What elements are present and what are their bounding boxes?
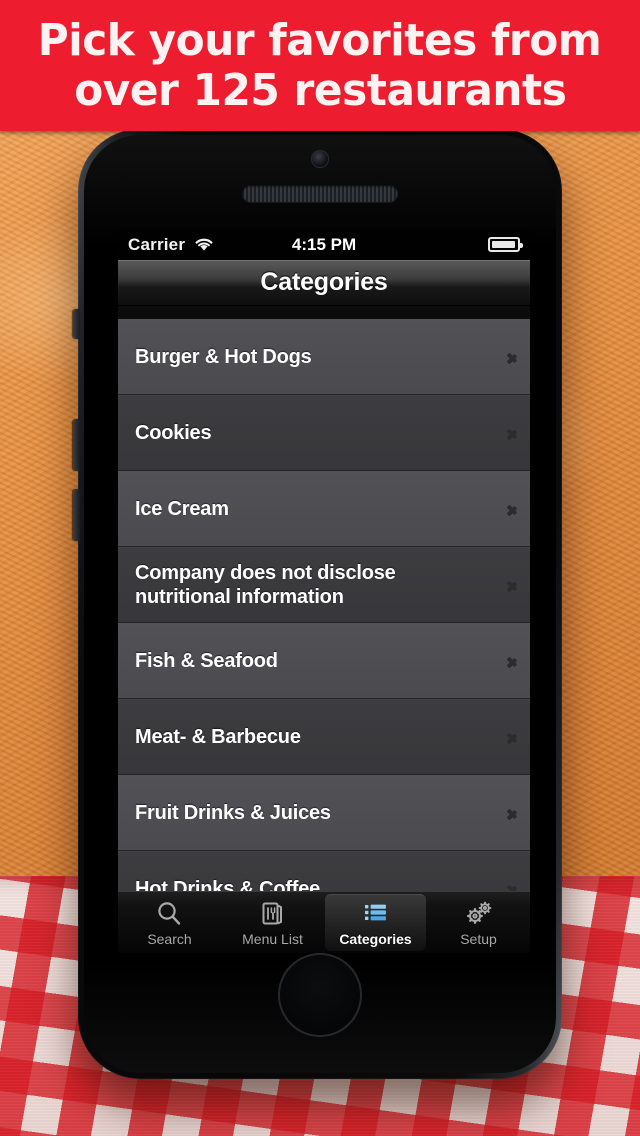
tab-label: Menu List (242, 930, 303, 947)
chevron-right-icon (506, 348, 517, 366)
list-item-label: Meat- & Barbecue (135, 726, 301, 748)
chevron-right-icon (506, 804, 517, 822)
chevron-right-icon (506, 652, 517, 670)
volume-down-button[interactable] (73, 489, 80, 541)
categories-list[interactable]: Burger & Hot Dogs Cookies Ice Cream Comp… (118, 319, 530, 927)
wifi-icon (195, 238, 213, 251)
list-item-label: Fruit Drinks & Juices (135, 802, 331, 824)
home-button-icon[interactable] (278, 953, 362, 1037)
list-item-label: Cookies (135, 422, 212, 444)
tab-setup[interactable]: Setup (428, 894, 529, 951)
list-item[interactable]: Burger & Hot Dogs (118, 319, 530, 395)
tab-bar: Search Menu List Categories Setup (118, 891, 530, 953)
list-item[interactable]: Fruit Drinks & Juices (118, 775, 530, 851)
earpiece-speaker-icon (242, 185, 398, 202)
gears-icon (465, 899, 493, 929)
navigation-bar: Categories (118, 260, 530, 306)
front-camera-icon (312, 151, 328, 167)
list-item-label: Burger & Hot Dogs (135, 346, 312, 368)
chevron-right-icon (506, 424, 517, 442)
chevron-right-icon (506, 576, 517, 594)
carrier-label: Carrier (128, 234, 186, 254)
chevron-right-icon (506, 500, 517, 518)
list-item[interactable]: Fish & Seafood (118, 623, 530, 699)
tab-label: Search (147, 930, 192, 947)
list-item[interactable]: Ice Cream (118, 471, 530, 547)
tab-search[interactable]: Search (119, 894, 220, 951)
battery-full-icon (488, 237, 523, 252)
tab-label: Categories (339, 930, 412, 947)
promo-line-1: Pick your favorites from (38, 14, 602, 66)
list-item-label: Fish & Seafood (135, 650, 278, 672)
tab-label: Setup (460, 930, 497, 947)
list-item-label: Company does not disclose nutritional in… (135, 562, 396, 608)
list-bullets-icon (362, 899, 389, 929)
tab-menu-list[interactable]: Menu List (222, 894, 323, 951)
status-bar: Carrier 4:15 PM (118, 229, 530, 260)
page-title: Categories (260, 268, 388, 296)
chevron-right-icon (506, 728, 517, 746)
list-item[interactable]: Cookies (118, 395, 530, 471)
promo-line-2: over 125 restaurants (73, 64, 567, 116)
iphone-device: Carrier 4:15 PM Categories Burger & Hot … (73, 131, 562, 1079)
scene-background: Carrier 4:15 PM Categories Burger & Hot … (0, 131, 640, 1136)
mute-switch-button[interactable] (73, 309, 80, 339)
nav-bar-shadow-gap (118, 306, 530, 319)
menu-book-cutlery-icon (259, 899, 286, 929)
list-item-label: Ice Cream (135, 498, 229, 520)
search-magnifier-icon (156, 899, 183, 929)
list-item[interactable]: Company does not disclose nutritional in… (118, 547, 530, 623)
phone-screen: Carrier 4:15 PM Categories Burger & Hot … (118, 229, 530, 953)
promo-banner: Pick your favorites from over 125 restau… (0, 0, 640, 131)
list-item[interactable]: Meat- & Barbecue (118, 699, 530, 775)
tab-categories[interactable]: Categories (325, 894, 426, 951)
volume-up-button[interactable] (73, 419, 80, 471)
